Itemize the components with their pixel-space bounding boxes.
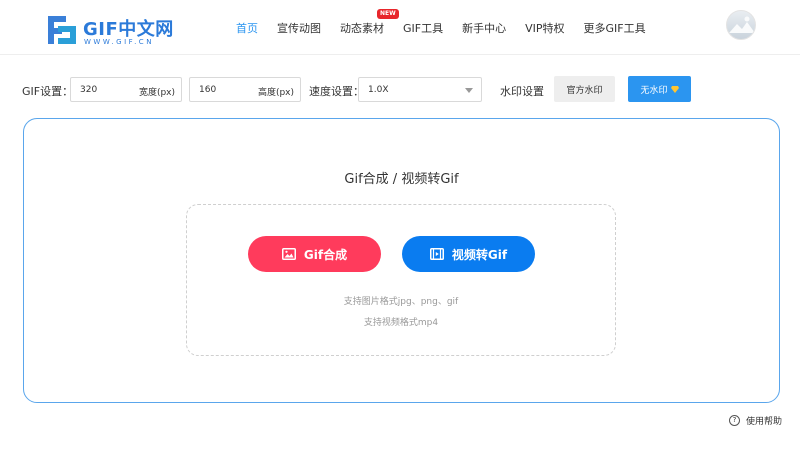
video-format-hint: 支持视频格式mp4	[363, 318, 439, 328]
watermark-settings-label: 水印设置	[500, 85, 544, 98]
nav-promo-gifs[interactable]: 宣传动图	[277, 20, 321, 36]
speed-select[interactable]: 1.0X	[358, 77, 482, 102]
speed-value: 1.0X	[368, 85, 389, 95]
nav-dynamic-assets[interactable]: 动态素材 NEW	[340, 8, 399, 36]
height-unit: 高度(px)	[257, 88, 294, 98]
official-watermark-button[interactable]: 官方水印	[554, 76, 615, 102]
new-badge: NEW	[377, 8, 399, 19]
gif-settings-label: GIF设置：	[22, 85, 74, 98]
gif-maker-panel: Gif合成 / 视频转Gif Gif合成 视频转Gif 支持图片格式jpg、pn…	[23, 118, 780, 403]
logo-mark-icon	[48, 16, 76, 44]
upload-dropzone[interactable]: Gif合成 视频转Gif 支持图片格式jpg、png、gif 支持视频格式mp4	[186, 204, 616, 356]
width-unit: 宽度(px)	[138, 88, 175, 98]
avatar[interactable]	[726, 10, 756, 40]
avatar-landscape-icon	[729, 16, 755, 33]
gif-settings-row: GIF设置： 320 宽度(px) 160 高度(px) 速度设置： 1.0X …	[0, 76, 800, 104]
nav-vip[interactable]: VIP特权	[525, 20, 564, 36]
speed-settings-label: 速度设置：	[309, 85, 364, 98]
video-to-gif-label: 视频转Gif	[451, 247, 508, 262]
gif-compose-label: Gif合成	[303, 247, 348, 262]
main-nav: 首页 宣传动图 动态素材 NEW GIF工具 新手中心 VIP特权 更多GIF工…	[236, 0, 665, 55]
official-watermark-label: 官方水印	[566, 85, 603, 96]
height-value: 160	[199, 85, 217, 95]
no-watermark-button[interactable]: 无水印	[628, 76, 691, 102]
image-format-hint: 支持图片格式jpg、png、gif	[343, 297, 459, 307]
panel-title: Gif合成 / 视频转Gif	[344, 172, 459, 187]
site-logo[interactable]: GIF中文网 WWW.GIF.CN	[46, 14, 176, 48]
video-to-gif-button[interactable]: 视频转Gif	[402, 236, 535, 272]
help-link[interactable]: ? 使用帮助	[729, 413, 782, 427]
nav-more-gif-tools[interactable]: 更多GIF工具	[584, 20, 646, 36]
top-header: GIF中文网 WWW.GIF.CN 首页 宣传动图 动态素材 NEW GIF工具…	[0, 0, 800, 55]
nav-home[interactable]: 首页	[236, 20, 258, 36]
help-label: 使用帮助	[746, 416, 783, 427]
chevron-down-icon	[465, 88, 473, 93]
image-icon	[281, 248, 296, 260]
logo-subtitle: WWW.GIF.CN	[84, 38, 154, 46]
nav-beginner-center[interactable]: 新手中心	[462, 20, 506, 36]
vip-diamond-icon	[670, 85, 679, 93]
nav-dynamic-assets-label: 动态素材	[340, 21, 384, 35]
nav-gif-tools[interactable]: GIF工具	[403, 20, 443, 36]
height-input[interactable]: 160 高度(px)	[189, 77, 301, 102]
width-value: 320	[80, 85, 98, 95]
no-watermark-label: 无水印	[640, 85, 668, 96]
width-input[interactable]: 320 宽度(px)	[70, 77, 182, 102]
help-question-icon: ?	[729, 414, 740, 426]
gif-compose-button[interactable]: Gif合成	[248, 236, 381, 272]
video-film-icon	[429, 248, 444, 260]
